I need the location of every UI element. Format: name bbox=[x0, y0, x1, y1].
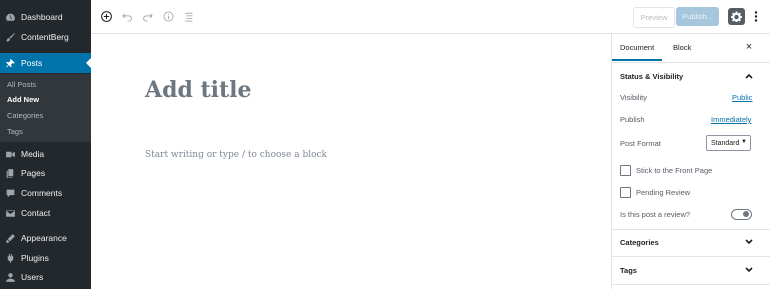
menu-label: Comments bbox=[21, 188, 63, 198]
pending-review-label: Pending Review bbox=[636, 188, 691, 197]
redo-icon[interactable] bbox=[140, 9, 154, 23]
menu-item-posts[interactable]: Posts bbox=[0, 53, 91, 73]
menu-label: Media bbox=[21, 149, 45, 159]
status-visibility-title[interactable]: Status & Visibility bbox=[620, 72, 683, 81]
categories-panel-title[interactable]: Categories bbox=[620, 238, 659, 247]
post-format-value: Standard bbox=[711, 139, 740, 147]
settings-sidebar: Document Block × Status & Visibility Vis… bbox=[611, 34, 770, 289]
publish-button[interactable]: Publish... bbox=[676, 7, 719, 26]
post-format-label: Post Format bbox=[620, 139, 661, 148]
menu-label: Contact bbox=[21, 208, 51, 218]
submenu-tags[interactable]: Tags bbox=[7, 127, 23, 136]
menu-label: Plugins bbox=[21, 253, 49, 263]
stick-to-front-label: Stick to the Front Page bbox=[636, 166, 713, 175]
list-view-icon[interactable] bbox=[181, 9, 195, 23]
menu-item-appearance[interactable]: Appearance bbox=[0, 228, 91, 248]
visibility-link[interactable]: Public bbox=[732, 93, 752, 102]
more-vertical-icon bbox=[754, 10, 758, 23]
users-icon bbox=[5, 272, 16, 283]
pages-icon bbox=[5, 168, 16, 179]
media-icon bbox=[5, 149, 16, 160]
close-icon[interactable]: × bbox=[743, 41, 755, 53]
publish-date-link[interactable]: Immediately bbox=[711, 115, 751, 124]
panel-divider bbox=[612, 229, 770, 230]
menu-label: Users bbox=[21, 272, 44, 282]
post-format-select[interactable]: Standard ▼ bbox=[706, 135, 751, 151]
menu-item-plugins[interactable]: Plugins bbox=[0, 248, 91, 268]
menu-label: Appearance bbox=[21, 233, 67, 243]
appearance-icon bbox=[5, 233, 16, 244]
editor-canvas: Add title Start writing or type / to cho… bbox=[91, 34, 611, 289]
comments-icon bbox=[5, 188, 16, 199]
tab-document[interactable]: Document bbox=[620, 43, 654, 52]
menu-item-contentberg[interactable]: ContentBerg bbox=[0, 27, 91, 47]
publish-label: Publish bbox=[620, 115, 645, 124]
panel-divider bbox=[612, 284, 770, 285]
menu-label: Dashboard bbox=[21, 12, 63, 22]
undo-icon[interactable] bbox=[120, 9, 134, 23]
settings-button[interactable] bbox=[728, 8, 745, 25]
menu-item-users[interactable]: Users bbox=[0, 267, 91, 287]
menu-item-pages[interactable]: Pages bbox=[0, 163, 91, 183]
tab-block[interactable]: Block bbox=[673, 43, 691, 52]
tags-panel-title[interactable]: Tags bbox=[620, 266, 637, 275]
chevron-down-icon[interactable] bbox=[743, 236, 755, 248]
gear-icon bbox=[731, 11, 742, 22]
info-icon[interactable] bbox=[161, 9, 175, 23]
review-toggle-label: Is this post a review? bbox=[620, 210, 691, 219]
preview-button[interactable]: Preview bbox=[633, 7, 675, 28]
dropdown-arrow-icon: ▼ bbox=[741, 139, 747, 145]
menu-item-media[interactable]: Media bbox=[0, 144, 91, 164]
editor-toolbar: Preview Publish... bbox=[91, 0, 770, 34]
menu-label: ContentBerg bbox=[21, 32, 69, 42]
submenu-add-new[interactable]: Add New bbox=[7, 95, 39, 104]
admin-sidebar: Dashboard ContentBerg Posts All Posts Ad… bbox=[0, 0, 91, 289]
block-appender[interactable]: Start writing or type / to choose a bloc… bbox=[145, 150, 327, 160]
active-tab-underline bbox=[612, 59, 662, 61]
posts-submenu: All Posts Add New Categories Tags bbox=[0, 74, 91, 142]
review-toggle[interactable] bbox=[731, 209, 752, 220]
brush-icon bbox=[5, 32, 16, 43]
menu-item-dashboard[interactable]: Dashboard bbox=[0, 7, 91, 27]
menu-item-contact[interactable]: Contact bbox=[0, 203, 91, 223]
add-block-icon[interactable] bbox=[99, 9, 113, 23]
pin-icon bbox=[5, 58, 16, 69]
menu-item-comments[interactable]: Comments bbox=[0, 183, 91, 203]
dashboard-icon bbox=[5, 12, 16, 23]
pending-review-checkbox[interactable] bbox=[620, 187, 631, 198]
submenu-all-posts[interactable]: All Posts bbox=[7, 80, 36, 89]
mail-icon bbox=[5, 208, 16, 219]
menu-label: Pages bbox=[21, 168, 46, 178]
panel-divider bbox=[612, 256, 770, 257]
sidebar-tabs: Document Block × bbox=[612, 34, 770, 63]
submenu-categories[interactable]: Categories bbox=[7, 111, 43, 120]
stick-to-front-checkbox[interactable] bbox=[620, 165, 631, 176]
chevron-down-icon[interactable] bbox=[743, 264, 755, 276]
plugins-icon bbox=[5, 253, 16, 264]
chevron-up-icon[interactable] bbox=[743, 70, 755, 82]
post-title-input[interactable]: Add title bbox=[145, 77, 252, 103]
visibility-label: Visibility bbox=[620, 93, 647, 102]
more-options-button[interactable] bbox=[751, 8, 761, 25]
toggle-knob bbox=[743, 211, 749, 217]
menu-label: Posts bbox=[21, 58, 43, 68]
